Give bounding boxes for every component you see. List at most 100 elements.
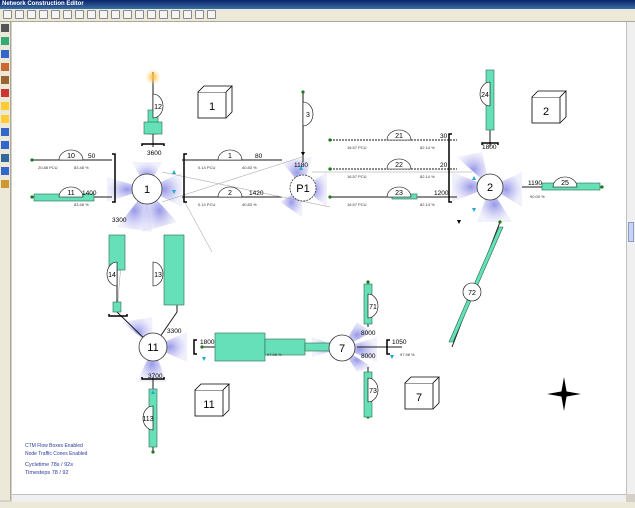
link-label: 10 (67, 153, 75, 160)
window-title-bar: Network Construction Editor (0, 0, 635, 9)
link-label: 1 (228, 153, 232, 160)
curve-tool-icon[interactable] (1, 128, 9, 136)
node-icon[interactable] (87, 10, 96, 19)
link-label: 71 (369, 304, 377, 311)
link-percent: 40.83 % (242, 165, 257, 170)
info-icon[interactable] (1, 115, 9, 123)
link-label: 2 (228, 190, 232, 197)
select-icon[interactable] (1, 24, 9, 32)
horizontal-scrollbar[interactable] (12, 494, 626, 502)
save-icon[interactable] (27, 10, 36, 19)
link-capacity: 1200 (434, 190, 449, 197)
link-percent: 90.00 % (530, 194, 545, 199)
vertical-scrollbar[interactable] (626, 22, 635, 494)
node-label: 1 (144, 184, 150, 196)
link-capacity: 1420 (249, 190, 264, 197)
grid-icon[interactable] (183, 10, 192, 19)
link-percent: 83.48 % (74, 202, 89, 207)
chart-icon[interactable] (147, 10, 156, 19)
warning-icon[interactable] (1, 102, 9, 110)
zoom-in-icon[interactable] (39, 10, 48, 19)
signal-glow (145, 69, 161, 85)
vertical-scroll-thumb[interactable] (628, 222, 634, 242)
lane-tool-icon[interactable] (1, 63, 9, 71)
link-percent: 82.14 % (420, 174, 435, 179)
link-tool-icon[interactable] (1, 50, 9, 58)
label-tool-icon[interactable] (1, 154, 9, 162)
link-pcu: 16.57 PCU (347, 174, 367, 179)
zone-1[interactable]: 1 (197, 85, 233, 119)
fit-icon[interactable] (63, 10, 72, 19)
image-tool-icon[interactable] (1, 180, 9, 188)
print-icon[interactable] (207, 10, 216, 19)
traffic-cones-status: Node Traffic Cones Enabled (25, 451, 88, 457)
pan-icon[interactable] (75, 10, 84, 19)
zone-label: 1 (209, 101, 215, 113)
zone-label: 2 (543, 106, 549, 118)
link-capacity: 1180 (294, 162, 308, 169)
link-capacity: 1800 (482, 144, 497, 151)
pencil-icon[interactable] (195, 10, 204, 19)
link-pcu: 0.14 PCU (198, 165, 215, 170)
link-label: 11 (67, 190, 74, 197)
open-icon[interactable] (15, 10, 24, 19)
link-pcu: 16.57 PCU (347, 145, 367, 150)
link-label: 12 (154, 104, 162, 111)
link-percent: 40.83 % (242, 202, 257, 207)
link-capacity: 30 (440, 133, 448, 140)
link-capacity: 1400 (82, 190, 97, 197)
zoom-out-icon[interactable] (51, 10, 60, 19)
link-capacity: 80 (255, 153, 263, 160)
link-pcu: 16.57 PCU (347, 202, 367, 207)
link-label: 13 (154, 272, 162, 279)
link-capacity: 3600 (147, 150, 162, 157)
link-capacity: 3300 (112, 217, 127, 224)
status-bar (0, 502, 635, 508)
link-icon[interactable] (99, 10, 108, 19)
network-drawing[interactable]: 10 11 1 2 21 22 23 25 24 12 3 14 13 113 … (12, 22, 626, 494)
link-percent: 82.14 % (420, 202, 435, 207)
node-7[interactable]: 7 (328, 334, 356, 362)
zone-tool-icon[interactable] (1, 89, 9, 97)
link-label: 24 (481, 92, 489, 99)
node-1[interactable]: 1 (131, 173, 163, 205)
left-toolbox (0, 22, 11, 500)
link-label: 113 (142, 416, 153, 423)
node-p1[interactable]: P1 (289, 174, 317, 202)
signal-icon[interactable] (111, 10, 120, 19)
ctm-flow-boxes (33, 69, 601, 448)
zone-7[interactable]: 7 (404, 376, 440, 410)
new-icon[interactable] (3, 10, 12, 19)
compass-icon (547, 377, 581, 411)
link-capacity: 3300 (167, 328, 182, 335)
link-label: 3 (306, 112, 310, 119)
run-icon[interactable] (159, 10, 168, 19)
zone-11[interactable]: 11 (194, 383, 230, 417)
node-tool-icon[interactable] (1, 37, 9, 45)
node-label: 2 (487, 182, 493, 194)
link-percent: 97.98 % (267, 352, 282, 357)
node-11[interactable]: 11 (138, 332, 168, 362)
timesteps-readout: Timesteps 78 / 92 (25, 470, 69, 476)
link-capacity: 3700 (148, 373, 163, 380)
link-pcu: 20.88 PCU (38, 165, 58, 170)
link-id-labels (58, 81, 578, 431)
zone-2[interactable]: 2 (531, 90, 567, 124)
text-tool-icon[interactable] (1, 167, 9, 175)
signal-tool-icon[interactable] (1, 76, 9, 84)
link-label: 72 (468, 290, 476, 297)
node-label: P1 (296, 183, 309, 195)
turn-arrows (151, 166, 476, 394)
zone-label: 7 (416, 392, 422, 404)
node-label: 7 (339, 343, 345, 355)
flag-icon[interactable] (135, 10, 144, 19)
link-capacity: 1190 (528, 180, 542, 187)
node-2[interactable]: 2 (476, 173, 504, 201)
link-capacity: 20 (440, 162, 448, 169)
link-capacity: 50 (88, 153, 96, 160)
link-capacity: 8000 (361, 330, 376, 337)
detector-icon[interactable] (123, 10, 132, 19)
stop-icon[interactable] (171, 10, 180, 19)
network-canvas[interactable]: 10 11 1 2 21 22 23 25 24 12 3 14 13 113 … (12, 22, 626, 494)
measure-tool-icon[interactable] (1, 141, 9, 149)
